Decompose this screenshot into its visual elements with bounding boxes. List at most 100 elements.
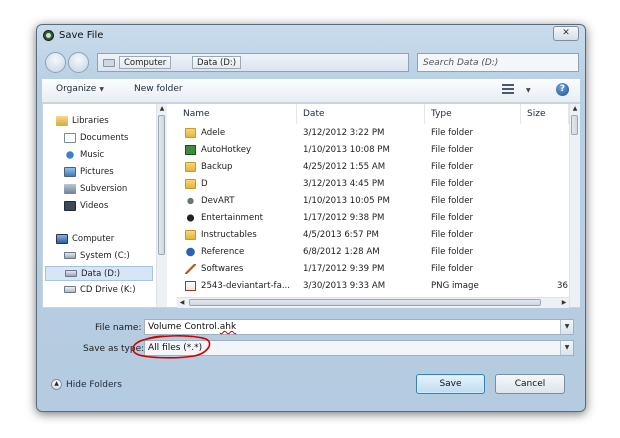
file-row-entertainment[interactable]: Entertainment 1/17/2012 9:38 PM File folde…: [177, 210, 569, 227]
sidebar-item-label: Computer: [72, 234, 115, 244]
column-header-name[interactable]: Name: [177, 104, 297, 124]
sidebar-item-label: System (C:): [80, 251, 130, 261]
file-row-softwares[interactable]: Softwares 1/17/2012 9:39 PM File folder: [177, 261, 569, 278]
file-date-cell: 1/17/2012 9:39 PM: [303, 264, 385, 274]
new-folder-button[interactable]: New folder: [134, 84, 183, 94]
info-icon: [185, 247, 196, 257]
column-header-size[interactable]: Size: [521, 104, 569, 124]
file-name-input[interactable]: Volume Control.ahk ▼: [144, 319, 574, 335]
chevron-down-icon[interactable]: ▼: [560, 341, 573, 355]
file-row-instructables[interactable]: Instructables 4/5/2013 6:57 PM File folder: [177, 227, 569, 244]
breadcrumb-data-drive[interactable]: Data (D:): [192, 56, 242, 69]
file-row-autohotkey[interactable]: AutoHotkey 1/10/2013 10:08 PM File folder: [177, 142, 569, 159]
file-name-cell: 2543-deviantart-fa...: [201, 281, 291, 291]
save-as-type-select[interactable]: All files (*.*) ▼: [144, 340, 574, 356]
softwares-icon: [185, 264, 196, 274]
save-as-type-label: Save as type:: [83, 344, 145, 354]
file-date-cell: 1/17/2012 9:38 PM: [303, 213, 385, 223]
chevron-down-icon[interactable]: ▼: [560, 320, 573, 334]
file-row-backup[interactable]: Backup 4/25/2012 1:55 AM File folder: [177, 159, 569, 176]
scroll-up-icon[interactable]: ▲: [157, 104, 167, 114]
sidebar-item-system-c[interactable]: System (C:): [64, 249, 130, 264]
file-date-cell: 4/5/2013 6:57 PM: [303, 230, 379, 240]
file-row-devart[interactable]: DevART 1/10/2013 10:05 PM File folder: [177, 193, 569, 210]
scrollbar-thumb[interactable]: [158, 115, 165, 255]
sidebar-item-computer[interactable]: Computer: [56, 232, 114, 247]
sidebar-item-documents[interactable]: Documents: [64, 131, 128, 146]
chevron-down-icon: ▼: [99, 86, 104, 93]
folder-icon: [185, 162, 196, 172]
file-type-cell: File folder: [431, 162, 474, 172]
back-button[interactable]: [45, 52, 66, 73]
close-button[interactable]: ✕: [553, 26, 579, 41]
cancel-button[interactable]: Cancel: [495, 374, 565, 394]
sidebar-item-label: Documents: [80, 133, 129, 143]
column-header-type[interactable]: Type: [425, 104, 521, 124]
computer-icon: [56, 233, 68, 244]
sidebar-item-videos[interactable]: Videos: [64, 199, 108, 214]
address-bar[interactable]: Computer Data (D:): [97, 53, 409, 72]
window-title: Save File: [59, 30, 104, 41]
scroll-up-icon[interactable]: ▲: [570, 104, 580, 114]
sidebar-item-data-d[interactable]: Data (D:): [45, 266, 153, 281]
save-button[interactable]: Save: [416, 374, 485, 394]
file-type-cell: File folder: [431, 247, 474, 257]
file-date-cell: 1/10/2013 10:05 PM: [303, 196, 390, 206]
file-date-cell: 1/10/2013 10:08 PM: [303, 145, 390, 155]
save-as-type-value: All files (*.*): [148, 343, 203, 353]
file-name-extension: ahk: [219, 322, 237, 332]
organize-label: Organize: [56, 84, 97, 94]
view-options-chevron-icon[interactable]: ▼: [523, 85, 531, 95]
scroll-left-icon[interactable]: ◀: [177, 298, 187, 308]
forward-button[interactable]: [68, 52, 89, 73]
file-size-cell: 36: [557, 281, 568, 291]
computer-icon: [103, 59, 115, 67]
file-list-scrollbar[interactable]: ▲: [569, 104, 580, 307]
file-row-2543-deviantart-fa[interactable]: 2543-deviantart-fa... 3/30/2013 9:33 AM PN…: [177, 278, 569, 295]
file-name-cell: DevART: [201, 196, 235, 206]
save-file-dialog: Save File ✕ Computer Data (D:) Search Da…: [36, 24, 586, 412]
subversion-icon: [64, 183, 76, 194]
file-name-cell: Reference: [201, 247, 245, 257]
cd-drive-icon: [64, 286, 76, 293]
title-bar[interactable]: Save File ✕: [37, 25, 585, 47]
scrollbar-thumb[interactable]: [571, 115, 578, 135]
file-name-value: Volume Control.: [148, 322, 220, 332]
scrollbar-thumb[interactable]: [189, 299, 541, 306]
sidebar-item-music[interactable]: Music: [64, 148, 104, 163]
browser-pane: Libraries Documents Music Pictures Subversio…: [42, 103, 580, 308]
hide-folders-button[interactable]: ▲ Hide Folders: [51, 379, 122, 390]
file-row-reference[interactable]: Reference 6/8/2012 1:28 AM File folder: [177, 244, 569, 261]
file-type-cell: File folder: [431, 264, 474, 274]
column-header-date[interactable]: Date: [297, 104, 425, 124]
horizontal-scrollbar[interactable]: ◀ ▶: [177, 297, 569, 308]
sidebar-item-libraries[interactable]: Libraries: [56, 114, 109, 129]
file-row-d[interactable]: D 3/12/2013 4:45 PM File folder: [177, 176, 569, 193]
folder-icon: [185, 128, 196, 138]
sidebar-item-subversion[interactable]: Subversion: [64, 182, 127, 197]
breadcrumb-computer[interactable]: Computer: [119, 56, 172, 69]
sidebar-item-pictures[interactable]: Pictures: [64, 165, 114, 180]
sidebar-item-cd-drive-k[interactable]: CD Drive (K:): [64, 283, 136, 298]
file-type-cell: PNG image: [431, 281, 479, 291]
file-name-cell: Adele: [201, 128, 226, 138]
navigation-scrollbar[interactable]: ▲: [156, 104, 167, 307]
navigation-pane: Libraries Documents Music Pictures Subversio…: [43, 104, 165, 307]
organize-button[interactable]: Organize ▼: [56, 84, 104, 94]
search-input[interactable]: Search Data (D:): [417, 53, 579, 72]
drive-icon: [65, 270, 77, 277]
view-options-icon[interactable]: [502, 84, 514, 95]
libraries-icon: [56, 115, 68, 126]
sidebar-item-label: Libraries: [72, 116, 109, 126]
scroll-right-icon[interactable]: ▶: [559, 298, 569, 308]
file-row-adele[interactable]: Adele 3/12/2012 3:22 PM File folder: [177, 125, 569, 142]
file-name-cell: Instructables: [201, 230, 257, 240]
sidebar-item-label: Pictures: [80, 167, 114, 177]
devart-icon: [185, 196, 196, 206]
folder-icon: [185, 179, 196, 189]
help-icon[interactable]: ?: [556, 83, 569, 96]
videos-icon: [64, 200, 76, 211]
sidebar-item-label: CD Drive (K:): [80, 285, 136, 295]
navigation-row: Computer Data (D:) Search Data (D:): [37, 49, 585, 77]
file-name-cell: D: [201, 179, 208, 189]
